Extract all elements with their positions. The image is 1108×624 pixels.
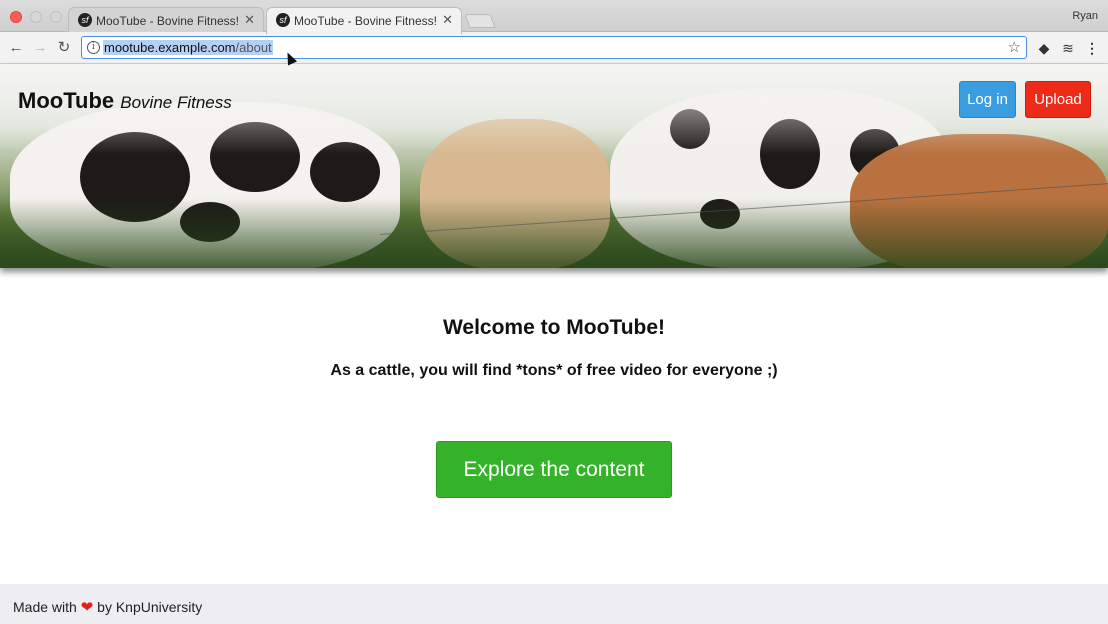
new-tab-button[interactable] — [464, 14, 496, 28]
profile-name[interactable]: Ryan — [1072, 10, 1098, 22]
brand-name: MooTube — [18, 88, 115, 113]
browser-menu-icon[interactable]: ⋮ — [1083, 39, 1101, 57]
site-brand[interactable]: MooTube Bovine Fitness — [18, 88, 232, 114]
site-footer: Made with ❤ by KnpUniversity — [0, 584, 1108, 624]
browser-toolbar: ← → ↻ i mootube.example.com/about ☆ ◆ ≋ … — [0, 32, 1108, 64]
back-arrow-icon[interactable]: ← — [6, 38, 26, 58]
page-title: Welcome to MooTube! — [442, 316, 666, 339]
layers-extension-icon[interactable]: ≋ — [1059, 39, 1077, 57]
symfony-icon: sf — [78, 13, 92, 27]
footer-prefix: Made with — [13, 599, 77, 615]
page-subtitle: As a cattle, you will find *tons* of fre… — [330, 362, 778, 379]
brand-tagline: Bovine Fitness — [120, 93, 232, 112]
window-close-button[interactable] — [10, 11, 22, 23]
window-maximize-button[interactable] — [50, 11, 62, 23]
address-bar[interactable]: i mootube.example.com/about ☆ — [81, 36, 1027, 59]
heart-icon: ❤ — [80, 599, 94, 616]
browser-tab-1[interactable]: sf MooTube - Bovine Fitness! ✕ — [68, 7, 264, 33]
tab-title: MooTube - Bovine Fitness! — [96, 14, 239, 28]
explore-content-button[interactable]: Explore the content — [436, 441, 672, 498]
forward-arrow-icon[interactable]: → — [30, 38, 50, 58]
url-host: mootube.example.com — [104, 40, 236, 55]
reload-icon[interactable]: ↻ — [54, 38, 74, 58]
url-path: /about — [235, 40, 272, 55]
tab-title: MooTube - Bovine Fitness! — [294, 14, 437, 28]
symfony-icon: sf — [276, 13, 290, 27]
info-icon[interactable]: i — [87, 41, 100, 54]
login-button[interactable]: Log in — [959, 81, 1016, 118]
url-text[interactable]: mootube.example.com/about — [103, 40, 273, 55]
site-header-hero: MooTube Bovine Fitness Log in Upload — [0, 64, 1108, 268]
footer-credit: Made with ❤ by KnpUniversity — [13, 598, 202, 616]
grass-background — [0, 198, 1108, 268]
browser-tab-2-active[interactable]: sf MooTube - Bovine Fitness! ✕ — [266, 7, 462, 34]
tab-close-icon[interactable]: ✕ — [442, 12, 453, 28]
bookmark-star-icon[interactable]: ☆ — [1008, 38, 1021, 56]
browser-titlebar: sf MooTube - Bovine Fitness! ✕ sf MooTub… — [0, 0, 1108, 34]
footer-suffix[interactable]: by KnpUniversity — [97, 599, 202, 615]
upload-button[interactable]: Upload — [1025, 81, 1091, 118]
window-minimize-button[interactable] — [30, 11, 42, 23]
extension-icon[interactable]: ◆ — [1035, 39, 1053, 57]
tab-close-icon[interactable]: ✕ — [244, 12, 255, 28]
